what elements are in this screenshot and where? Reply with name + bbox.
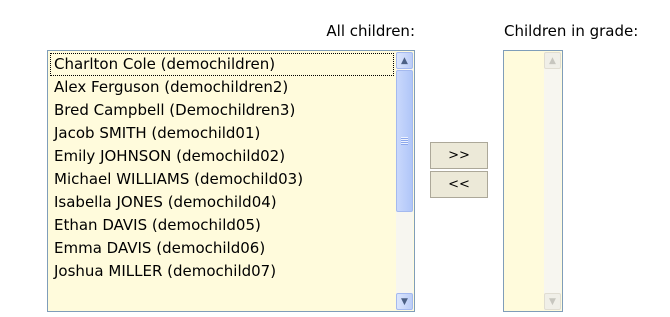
- list-item[interactable]: Emily JOHNSON (demochild02): [50, 145, 394, 168]
- list-item[interactable]: Charlton Cole (demochildren): [50, 53, 394, 76]
- list-item[interactable]: Ethan DAVIS (demochild05): [50, 214, 394, 237]
- scroll-down-button[interactable]: ▼: [396, 293, 413, 310]
- list-item[interactable]: Michael WILLIAMS (demochild03): [50, 168, 394, 191]
- children-in-grade-listbox[interactable]: ▲ ▼: [503, 50, 563, 312]
- list-item[interactable]: Isabella JONES (demochild04): [50, 191, 394, 214]
- remove-from-grade-button[interactable]: <<: [430, 171, 488, 198]
- list-item[interactable]: Joshua MILLER (demochild07): [50, 260, 394, 283]
- all-children-items: Charlton Cole (demochildren) Alex Fergus…: [50, 53, 394, 283]
- list-item[interactable]: Emma DAVIS (demochild06): [50, 237, 394, 260]
- up-arrow-icon: ▲: [401, 55, 408, 66]
- scrollbar-thumb[interactable]: [396, 70, 413, 212]
- add-to-grade-button[interactable]: >>: [430, 142, 488, 169]
- scroll-down-button: ▼: [544, 293, 561, 310]
- grip-icon: [401, 137, 408, 145]
- all-children-listbox[interactable]: Charlton Cole (demochildren) Alex Fergus…: [47, 50, 415, 312]
- list-item[interactable]: Alex Ferguson (demochildren2): [50, 76, 394, 99]
- children-in-grade-scrollbar: ▲ ▼: [544, 52, 561, 310]
- all-children-scrollbar[interactable]: ▲ ▼: [396, 52, 413, 310]
- scroll-up-button: ▲: [544, 52, 561, 69]
- children-in-grade-label: Children in grade:: [504, 22, 639, 40]
- scroll-up-button[interactable]: ▲: [396, 52, 413, 69]
- down-arrow-icon: ▼: [401, 296, 408, 307]
- up-arrow-icon: ▲: [549, 55, 556, 66]
- list-item[interactable]: Jacob SMITH (demochild01): [50, 122, 394, 145]
- all-children-label: All children:: [326, 22, 415, 40]
- down-arrow-icon: ▼: [549, 296, 556, 307]
- list-item[interactable]: Bred Campbell (Demochildren3): [50, 99, 394, 122]
